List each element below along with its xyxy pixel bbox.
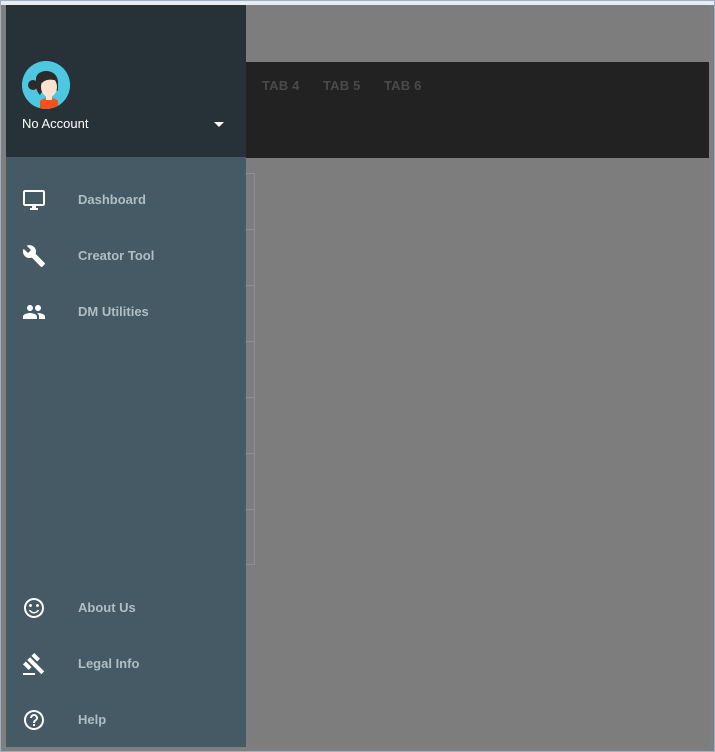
nav-label: About Us (78, 600, 136, 615)
wrench-icon (22, 244, 46, 268)
nav-item-dm-utilities[interactable]: DM Utilities (6, 284, 246, 340)
tab-6[interactable]: TAB 6 (384, 78, 422, 93)
account-name: No Account (22, 116, 89, 131)
tab-4[interactable]: TAB 4 (262, 78, 300, 93)
monitor-icon (22, 188, 46, 212)
tab-5[interactable]: TAB 5 (323, 78, 361, 93)
gavel-icon (22, 652, 46, 676)
nav-item-dashboard[interactable]: Dashboard (6, 172, 246, 228)
nav-label: DM Utilities (78, 304, 149, 319)
list-item (246, 397, 255, 453)
list-item (246, 341, 255, 397)
list-item (246, 509, 255, 565)
account-switcher[interactable]: No Account (22, 112, 230, 136)
app-window: TAB 4 TAB 5 TAB 6 No Account Dashboard C… (0, 0, 715, 752)
nav-item-legal-info[interactable]: Legal Info (6, 636, 246, 692)
avatar-icon (22, 61, 70, 109)
list-item (246, 173, 255, 229)
nav-item-help[interactable]: Help (6, 692, 246, 748)
navigation-drawer: No Account Dashboard Creator Tool DM Uti… (6, 5, 246, 747)
drawer-header: No Account (6, 5, 246, 157)
nav-label: Dashboard (78, 192, 146, 207)
main-content-scrim[interactable]: TAB 4 TAB 5 TAB 6 (246, 5, 709, 747)
nav-label: Legal Info (78, 656, 140, 671)
smiley-icon (22, 596, 46, 620)
nav-item-creator-tool[interactable]: Creator Tool (6, 228, 246, 284)
list-item (246, 285, 255, 341)
app-toolbar (246, 5, 709, 62)
background-list (246, 173, 255, 565)
nav-label: Help (78, 712, 107, 727)
avatar[interactable] (22, 61, 70, 109)
people-icon (22, 300, 46, 324)
dropdown-caret-icon (214, 122, 224, 127)
nav-item-about-us[interactable]: About Us (6, 580, 246, 636)
help-icon (22, 708, 46, 732)
list-item (246, 453, 255, 509)
tab-bar: TAB 4 TAB 5 TAB 6 (246, 62, 709, 158)
list-item (246, 229, 255, 285)
nav-label: Creator Tool (78, 248, 155, 263)
